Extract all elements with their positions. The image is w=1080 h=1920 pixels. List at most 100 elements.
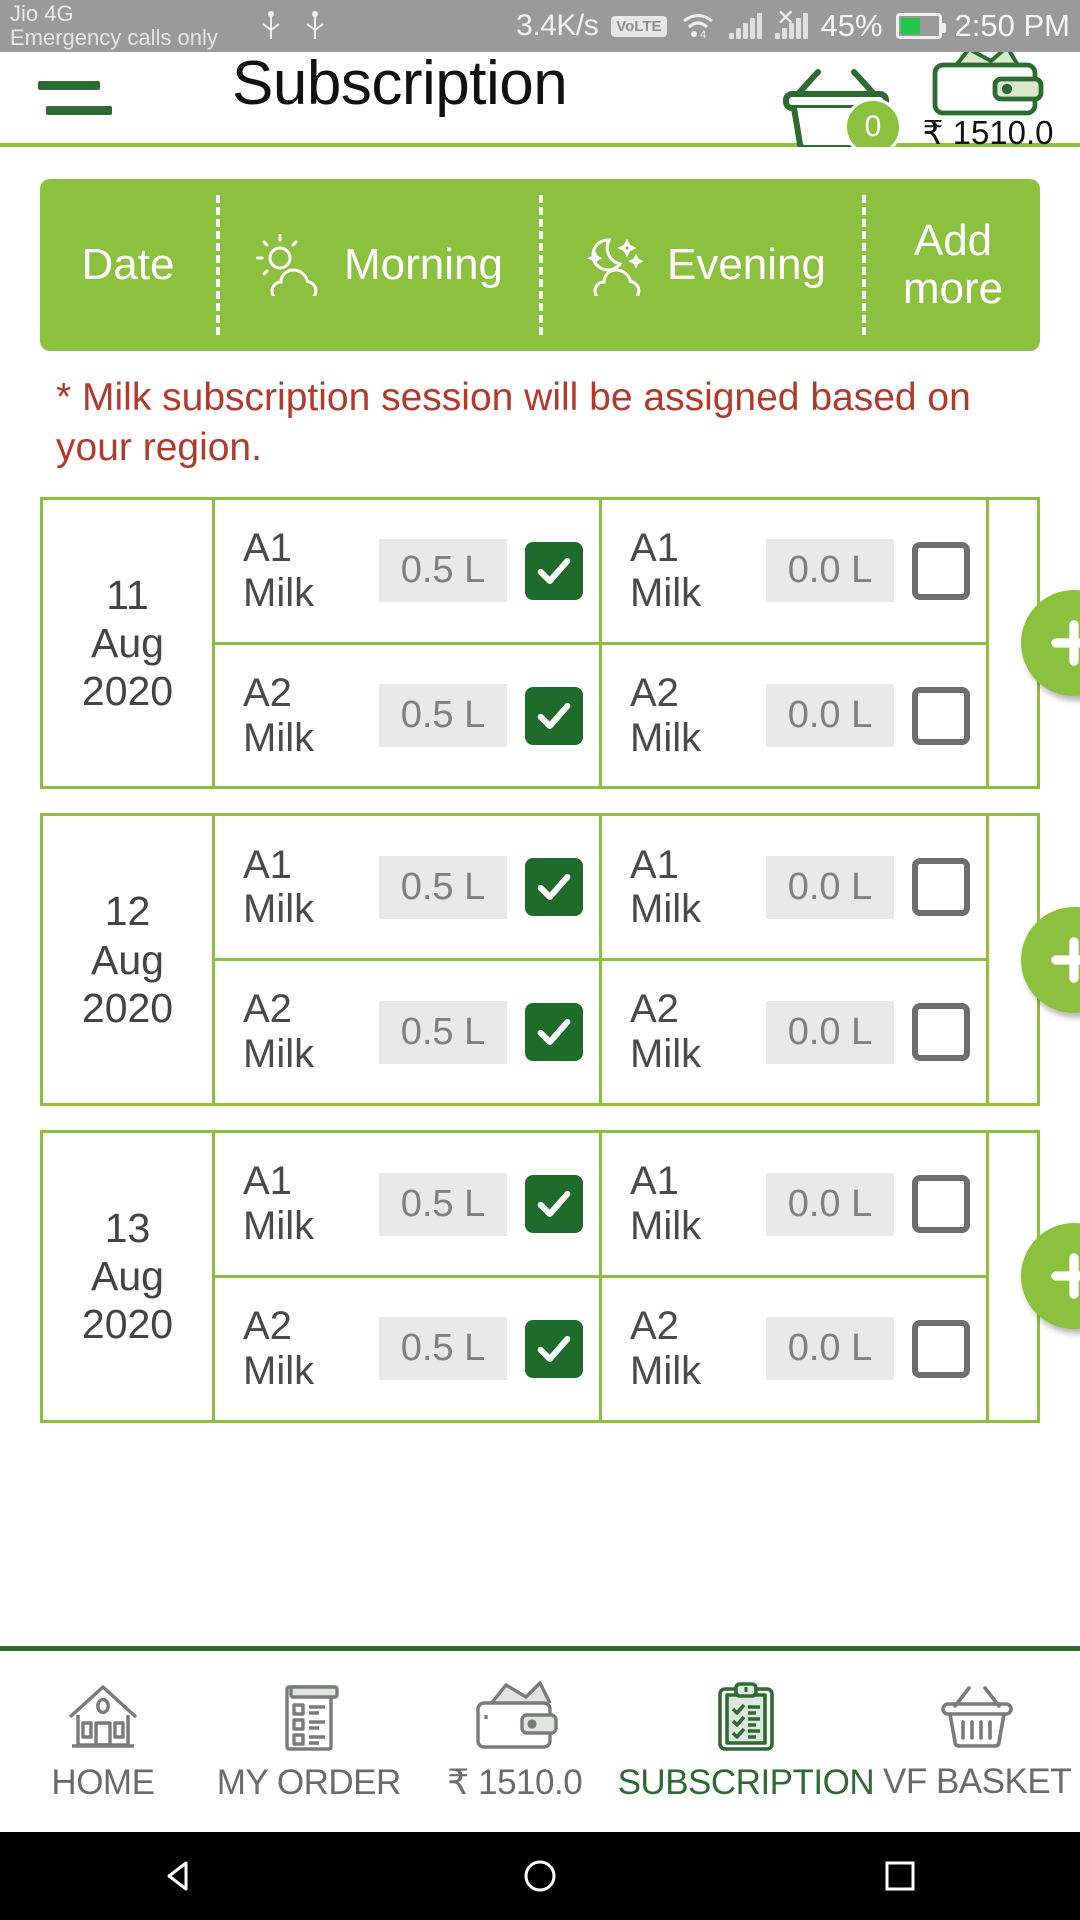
home-circle-icon (524, 1860, 556, 1892)
check-icon (537, 1335, 571, 1362)
recents-square-icon (885, 1861, 915, 1891)
product-quantity[interactable]: 0.5 L (379, 855, 507, 919)
product-quantity[interactable]: 0.5 L (379, 1000, 507, 1064)
product-name: A1 Milk (630, 842, 702, 932)
nav-item-home[interactable]: HOME (0, 1681, 206, 1803)
battery-icon (895, 13, 946, 39)
nav-item-wallet[interactable]: ₹ 1510.0 (412, 1680, 618, 1803)
day-card-date-day: 13 (104, 1204, 151, 1251)
status-bar: Jio 4G Emergency calls only 3.4K/s VoLTE… (0, 0, 1080, 52)
day-card-date-day: 11 (106, 571, 149, 618)
add-product-button[interactable] (1020, 1223, 1080, 1330)
bottom-navigation: HOME MY ORDER ₹ 1510.0 SUBSCRIPTION VF B… (0, 1646, 1080, 1832)
nav-item-vf-basket[interactable]: VF BASKET (874, 1682, 1080, 1802)
emergency-calls-label: Emergency calls only (10, 25, 218, 50)
back-triangle-icon (167, 1861, 188, 1891)
android-recents-button[interactable] (878, 1854, 922, 1898)
product-quantity[interactable]: 0.0 L (766, 539, 894, 603)
day-card-date-year: 2020 (81, 984, 174, 1031)
android-navigation-bar (0, 1832, 1080, 1920)
check-icon (537, 1019, 571, 1046)
column-header-evening-label: Evening (666, 240, 826, 289)
product-checkbox[interactable] (525, 686, 583, 745)
day-card-date-month: Aug (91, 936, 164, 983)
product-quantity[interactable]: 0.0 L (766, 855, 894, 919)
add-product-button[interactable] (1020, 906, 1080, 1013)
nav-label-my-order: MY ORDER (216, 1762, 402, 1802)
product-checkbox[interactable] (525, 858, 583, 917)
day-card-add-cell (986, 499, 1080, 787)
header-basket-button[interactable]: 0 (778, 64, 902, 156)
hamburger-icon[interactable] (38, 80, 112, 115)
product-checkbox[interactable] (912, 1175, 970, 1233)
basket-icon (941, 1685, 1013, 1748)
subscription-day-card: 12 Aug 2020 A1 Milk 0.5 L A2 Milk 0.5 L A1 Milk… (40, 813, 1080, 1106)
product-row: A2 Milk 0.5 L (215, 958, 599, 1103)
product-checkbox[interactable] (912, 686, 970, 745)
day-card-date: 13 Aug 2020 (43, 1133, 215, 1420)
header-actions: 0 ₹ 1510.0 (778, 43, 1080, 156)
product-row: A1 Milk 0.0 L (602, 816, 986, 958)
nav-item-subscription[interactable]: SUBSCRIPTION (618, 1681, 875, 1803)
check-icon (537, 874, 571, 901)
session-column-evening: A1 Milk 0.0 L A2 Milk 0.0 L (599, 1133, 986, 1420)
product-checkbox[interactable] (912, 1003, 970, 1062)
wifi-icon: 4 (682, 14, 713, 40)
day-card-date: 12 Aug 2020 (43, 816, 215, 1103)
product-checkbox[interactable] (912, 1319, 970, 1378)
column-header-add-more: Add more (862, 195, 1040, 335)
header-wallet-button[interactable]: ₹ 1510.0 (908, 43, 1068, 152)
wallet-icon (475, 1680, 558, 1749)
product-checkbox[interactable] (525, 1003, 583, 1062)
add-product-button[interactable] (1020, 590, 1080, 697)
column-header-morning-label: Morning (344, 240, 503, 289)
subscription-day-card: 13 Aug 2020 A1 Milk 0.5 L A2 Milk 0.5 L A1 Milk… (40, 1130, 1080, 1423)
product-quantity[interactable]: 0.0 L (766, 1000, 894, 1064)
product-quantity[interactable]: 0.0 L (766, 1172, 894, 1236)
sun-cloud-icon (256, 234, 318, 296)
signal-bars-sim1-icon (728, 13, 762, 39)
product-quantity[interactable]: 0.0 L (766, 684, 894, 748)
product-name: A2 Milk (243, 1304, 315, 1393)
product-checkbox[interactable] (525, 541, 583, 600)
subscription-day-card: 11 Aug 2020 A1 Milk 0.5 L A2 Milk 0.5 L A1 Milk… (40, 496, 1080, 790)
plus-icon (1050, 620, 1080, 666)
product-checkbox[interactable] (525, 1319, 583, 1378)
session-column-morning: A1 Milk 0.5 L A2 Milk 0.5 L (215, 500, 599, 787)
android-back-button[interactable] (158, 1854, 202, 1898)
product-quantity[interactable]: 0.0 L (766, 1317, 894, 1381)
page-title: Subscription (232, 49, 568, 118)
product-row: A1 Milk 0.0 L (602, 500, 986, 642)
check-icon (537, 1191, 571, 1217)
product-name: A2 Milk (630, 987, 702, 1077)
nav-label-wallet: ₹ 1510.0 (447, 1762, 583, 1802)
product-row: A2 Milk 0.0 L (602, 641, 986, 787)
product-row: A2 Milk 0.0 L (602, 958, 986, 1103)
android-home-button[interactable] (518, 1854, 562, 1898)
product-name: A1 Milk (243, 526, 315, 615)
day-card-sessions: A1 Milk 0.5 L A2 Milk 0.5 L A1 Milk 0.0 L A2 M… (215, 499, 986, 787)
product-quantity[interactable]: 0.5 L (379, 684, 507, 748)
usb-icon (262, 11, 280, 39)
nav-label-subscription: SUBSCRIPTION (617, 1762, 875, 1802)
product-quantity[interactable]: 0.5 L (379, 1317, 507, 1381)
product-name: A2 Milk (630, 670, 702, 760)
plus-icon (1050, 936, 1080, 983)
product-checkbox[interactable] (525, 1175, 583, 1233)
order-list-icon (285, 1684, 339, 1751)
check-icon (537, 557, 571, 584)
product-checkbox[interactable] (912, 541, 970, 600)
day-card-sessions: A1 Milk 0.5 L A2 Milk 0.5 L A1 Milk 0.0 L A2 M… (215, 1133, 986, 1420)
home-icon (68, 1684, 138, 1748)
day-card-sessions: A1 Milk 0.5 L A2 Milk 0.5 L A1 Milk 0.0 L A2 M… (215, 816, 986, 1103)
product-checkbox[interactable] (912, 858, 970, 917)
nav-item-my-order[interactable]: MY ORDER (206, 1681, 412, 1803)
day-card-date-year: 2020 (81, 1301, 174, 1348)
day-card-add-cell (986, 1133, 1080, 1420)
product-quantity[interactable]: 0.5 L (379, 539, 507, 603)
product-name: A1 Milk (630, 1159, 702, 1248)
plus-icon (1050, 1253, 1080, 1300)
product-row: A1 Milk 0.5 L (215, 1133, 599, 1275)
product-quantity[interactable]: 0.5 L (379, 1172, 507, 1236)
status-bar-indicators: 3.4K/s VoLTE 4 ✕ 45% 2:50 PM (516, 5, 1070, 44)
